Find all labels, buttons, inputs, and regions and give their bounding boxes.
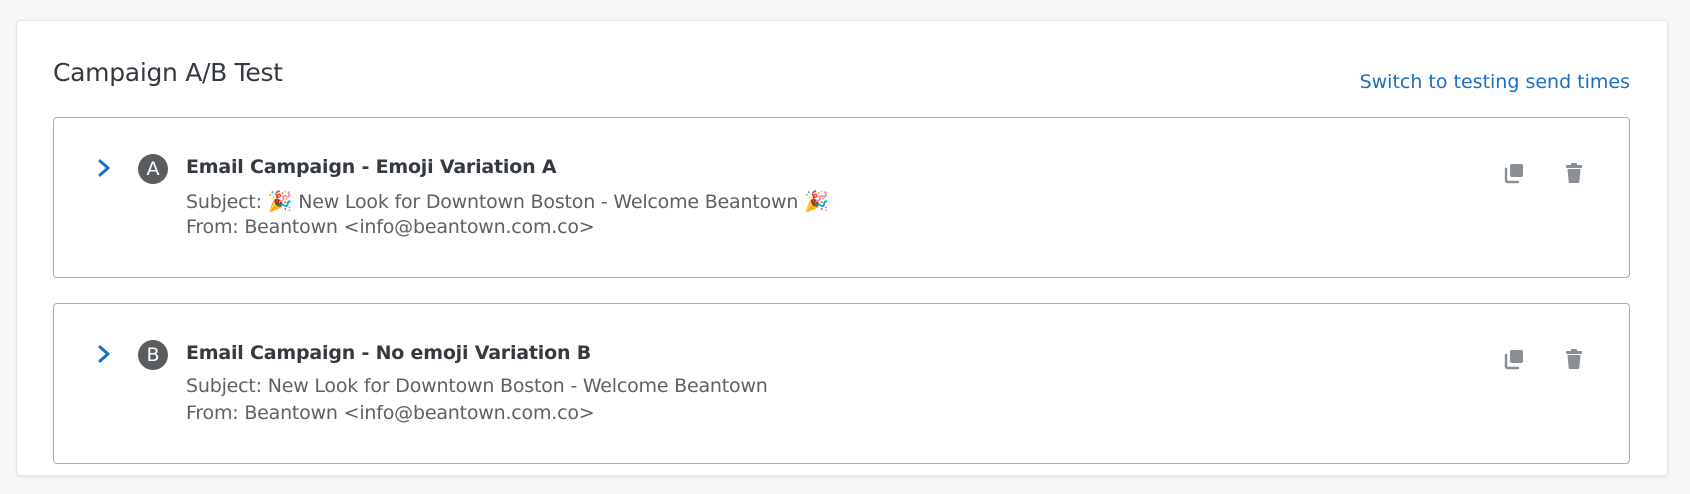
page-title: Campaign A/B Test <box>53 58 283 87</box>
party-popper-icon: 🎉 <box>267 189 293 213</box>
variant-title: Email Campaign - Emoji Variation A <box>186 156 557 178</box>
variant-from: From: Beantown <info@beantown.com.co> <box>186 402 595 424</box>
variant-actions <box>1503 162 1585 184</box>
variant-actions <box>1503 348 1585 370</box>
copy-icon[interactable] <box>1503 348 1525 370</box>
trash-icon[interactable] <box>1563 162 1585 184</box>
subject-label: Subject: <box>186 191 262 213</box>
variant-from: From: Beantown <info@beantown.com.co> <box>186 216 595 238</box>
variant-b-card[interactable]: B Email Campaign - No emoji Variation B … <box>53 303 1630 464</box>
subject-text: New Look for Downtown Boston - Welcome B… <box>267 375 768 397</box>
subject-text: New Look for Downtown Boston - Welcome B… <box>298 191 799 213</box>
trash-icon[interactable] <box>1563 348 1585 370</box>
variant-subject: Subject: New Look for Downtown Boston - … <box>186 375 768 397</box>
variant-badge: A <box>138 154 168 184</box>
chevron-right-icon[interactable] <box>94 156 114 180</box>
variant-badge: B <box>138 340 168 370</box>
variant-a-card[interactable]: A Email Campaign - Emoji Variation A Sub… <box>53 117 1630 278</box>
chevron-right-icon[interactable] <box>94 342 114 366</box>
copy-icon[interactable] <box>1503 162 1525 184</box>
variant-title: Email Campaign - No emoji Variation B <box>186 342 591 364</box>
variant-subject: Subject: 🎉 New Look for Downtown Boston … <box>186 189 829 213</box>
switch-testing-link[interactable]: Switch to testing send times <box>1360 71 1630 93</box>
party-popper-icon: 🎉 <box>804 189 829 213</box>
subject-label: Subject: <box>186 375 262 397</box>
